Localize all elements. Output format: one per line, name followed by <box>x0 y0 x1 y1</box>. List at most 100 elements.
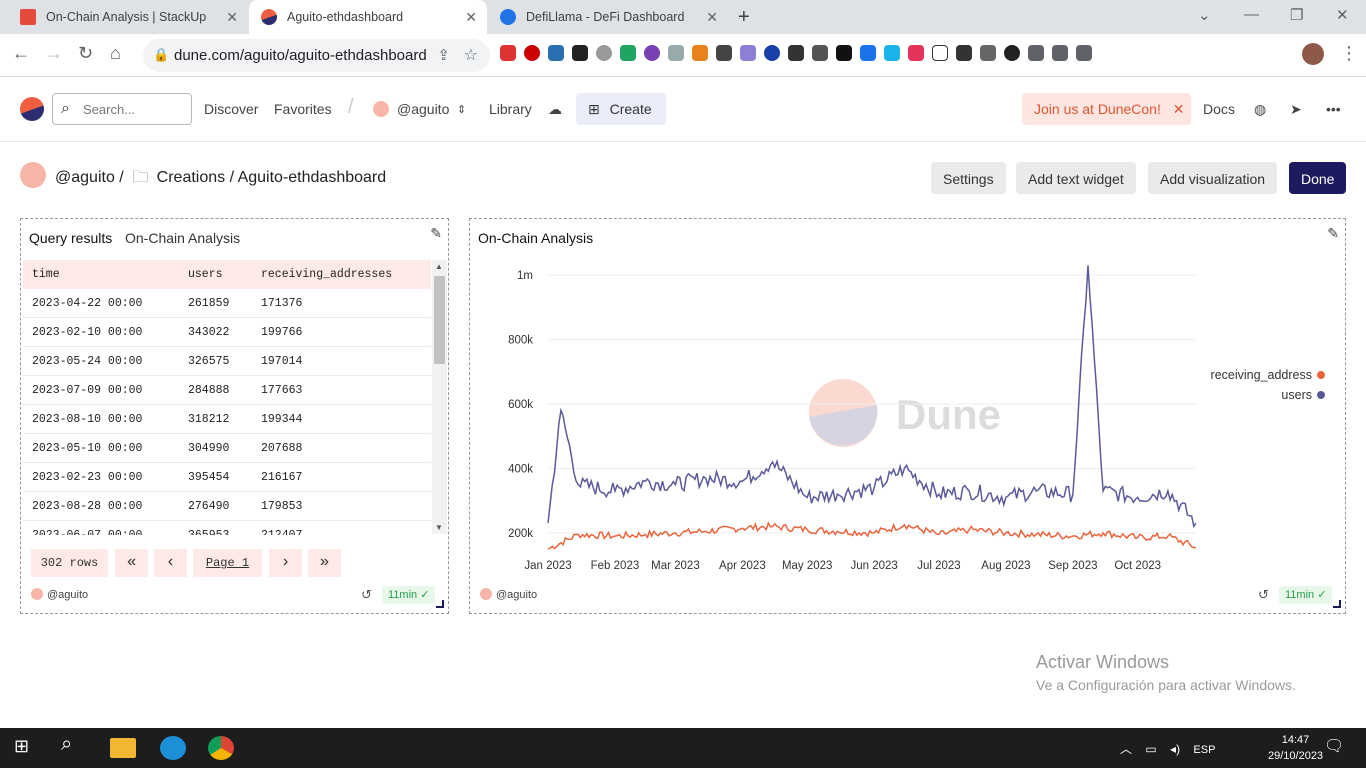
table-row[interactable]: 2023-02-23 00:00 395454 216167 <box>23 463 431 492</box>
bookmark-star-icon[interactable]: ☆ <box>464 45 478 65</box>
panel-owner[interactable]: @aguito <box>31 588 88 601</box>
create-button[interactable]: ⊞ Create <box>576 93 666 125</box>
notifications-icon[interactable]: 🗨 <box>1324 736 1350 760</box>
prev-page-icon[interactable]: ‹ <box>154 549 187 577</box>
search-icon[interactable]: ⌕ <box>61 733 87 757</box>
chrome-icon[interactable] <box>208 736 234 760</box>
drive-icon[interactable] <box>620 45 636 61</box>
cloud-icon[interactable]: ☁ <box>548 101 562 118</box>
volume-icon[interactable]: ◂) <box>1170 742 1180 756</box>
extension-icon[interactable] <box>596 45 612 61</box>
tab-stackup[interactable]: On-Chain Analysis | StackUp ✕ <box>8 0 248 34</box>
extension-icon[interactable] <box>716 45 732 61</box>
extension-icon[interactable] <box>572 45 588 61</box>
table-row[interactable]: 2023-08-10 00:00 318212 199344 <box>23 405 431 434</box>
table-row[interactable]: 2023-02-10 00:00 343022 199766 <box>23 318 431 347</box>
more-icon[interactable]: ••• <box>1326 101 1341 117</box>
edit-pencil-icon[interactable]: ✎ <box>1327 225 1339 242</box>
close-window-icon[interactable]: ✕ <box>1336 6 1349 24</box>
dunecon-banner[interactable]: Join us at DuneCon! ✕ <box>1022 93 1191 125</box>
extension-icon[interactable] <box>932 45 948 61</box>
new-tab-icon[interactable]: + <box>738 6 750 29</box>
nav-user[interactable]: @aguito <box>397 101 449 117</box>
extension-icon[interactable] <box>788 45 804 61</box>
ublock-icon[interactable] <box>524 45 540 61</box>
telegram-icon[interactable]: ➤ <box>1290 101 1302 118</box>
resize-handle[interactable] <box>436 600 444 608</box>
nav-library[interactable]: Library <box>489 101 532 117</box>
table-row[interactable]: 2023-06-07 00:00 365953 212407 <box>23 521 431 535</box>
extension-icon[interactable] <box>956 45 972 61</box>
dune-logo[interactable] <box>20 97 44 121</box>
home-icon[interactable]: ⌂ <box>110 43 121 64</box>
close-tab-icon[interactable]: ✕ <box>465 9 477 26</box>
table-scrollbar[interactable]: ▲ ▼ <box>432 260 447 534</box>
scroll-down-icon[interactable]: ▼ <box>435 523 443 532</box>
add-visualization-button[interactable]: Add visualization <box>1148 162 1278 194</box>
settings-button[interactable]: Settings <box>931 162 1006 194</box>
puzzle-icon[interactable] <box>1028 45 1044 61</box>
extension-icon[interactable] <box>836 45 852 61</box>
chevron-updown-icon[interactable]: ⇕ <box>457 103 466 116</box>
page-indicator[interactable]: Page 1 <box>193 549 262 577</box>
clock[interactable]: 14:47 29/10/2023 <box>1268 732 1323 764</box>
profile-avatar[interactable] <box>1302 43 1324 65</box>
extension-icon[interactable] <box>860 45 876 61</box>
network-icon[interactable]: ▭ <box>1145 742 1156 756</box>
nav-discover[interactable]: Discover <box>204 101 258 117</box>
menu-dots-icon[interactable]: ⋮ <box>1340 43 1358 64</box>
extension-icon[interactable] <box>884 45 900 61</box>
extension-icon[interactable] <box>980 45 996 61</box>
file-explorer-icon[interactable] <box>110 738 136 758</box>
discord-icon[interactable]: ◍ <box>1254 101 1266 118</box>
edit-pencil-icon[interactable]: ✎ <box>430 225 442 242</box>
first-page-icon[interactable]: « <box>115 549 148 577</box>
column-header[interactable]: users <box>188 268 223 281</box>
language-indicator[interactable]: ESP <box>1193 744 1215 756</box>
panel-owner[interactable]: @aguito <box>480 588 537 601</box>
table-row[interactable]: 2023-08-28 00:00 276490 179853 <box>23 492 431 521</box>
metamask-icon[interactable] <box>692 45 708 61</box>
extension-icon[interactable] <box>740 45 756 61</box>
tab-dashboard[interactable]: Aguito-ethdashboard ✕ <box>249 0 487 34</box>
windows-start-icon[interactable]: ⊞ <box>14 736 40 760</box>
table-row[interactable]: 2023-04-22 00:00 261859 171376 <box>23 289 431 318</box>
extension-icon[interactable] <box>908 45 924 61</box>
table-row[interactable]: 2023-07-09 00:00 284888 177663 <box>23 376 431 405</box>
minimize-icon[interactable]: — <box>1244 6 1259 23</box>
close-icon[interactable]: ✕ <box>1173 101 1185 117</box>
chevron-up-icon[interactable]: ︿ <box>1120 742 1132 756</box>
extension-icon[interactable] <box>644 45 660 61</box>
tab-defillama[interactable]: DefiLlama - DeFi Dashboard ✕ <box>488 0 728 34</box>
breadcrumb-path[interactable]: Creations / Aguito-ethdashboard <box>157 169 386 186</box>
reading-list-icon[interactable] <box>1052 45 1068 61</box>
back-icon[interactable]: ← <box>12 43 30 64</box>
add-text-widget-button[interactable]: Add text widget <box>1016 162 1136 194</box>
column-header[interactable]: time <box>32 268 60 281</box>
adblock-icon[interactable] <box>500 45 516 61</box>
breadcrumb-user[interactable]: @aguito / <box>55 169 124 186</box>
extension-icon[interactable] <box>668 45 684 61</box>
resize-handle[interactable] <box>1333 600 1341 608</box>
last-page-icon[interactable]: » <box>308 549 341 577</box>
refresh-icon[interactable]: ↺ <box>1258 587 1269 603</box>
column-header[interactable]: receiving_addresses <box>261 268 392 281</box>
nav-favorites[interactable]: Favorites <box>274 101 332 117</box>
next-page-icon[interactable]: › <box>269 549 302 577</box>
reload-icon[interactable]: ↻ <box>78 43 93 64</box>
table-row[interactable]: 2023-05-10 00:00 304990 207688 <box>23 434 431 463</box>
tab-search-icon[interactable]: ⌄ <box>1198 6 1211 24</box>
done-button[interactable]: Done <box>1289 162 1347 194</box>
table-row[interactable]: 2023-05-24 00:00 326575 197014 <box>23 347 431 376</box>
side-panel-icon[interactable] <box>1076 45 1092 61</box>
scroll-up-icon[interactable]: ▲ <box>435 262 443 271</box>
forward-icon[interactable]: → <box>45 43 63 64</box>
user-avatar[interactable] <box>373 101 389 117</box>
refresh-icon[interactable]: ↺ <box>361 587 372 603</box>
restore-icon[interactable]: ❐ <box>1290 6 1303 24</box>
scroll-thumb[interactable] <box>434 276 445 364</box>
close-tab-icon[interactable]: ✕ <box>226 9 238 26</box>
extension-icon[interactable] <box>764 45 780 61</box>
search-input[interactable]: ⌕ Search... <box>52 93 192 125</box>
address-bar[interactable]: 🔒 dune.com/aguito/aguito-ethdashboard ⇪ … <box>143 39 490 72</box>
